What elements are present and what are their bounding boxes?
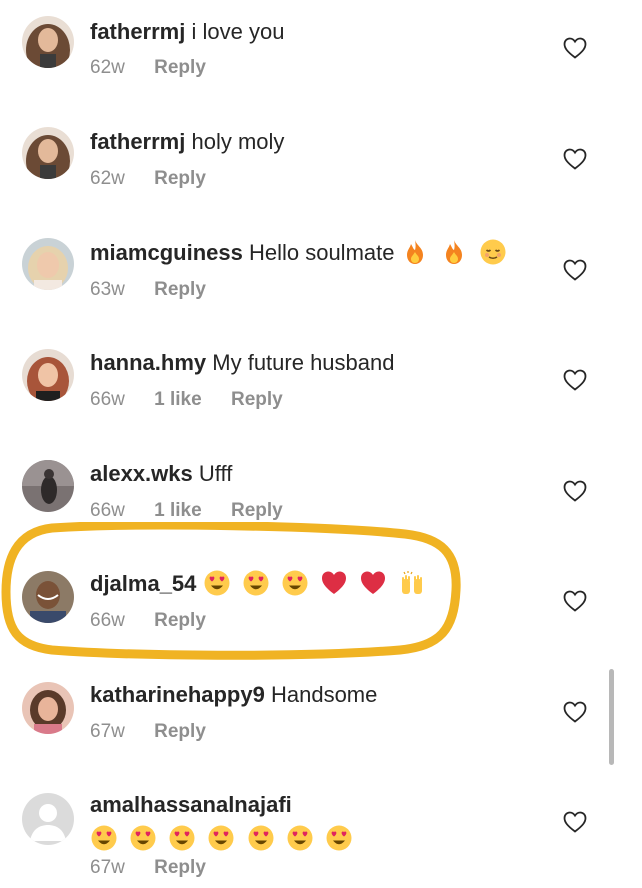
relieved-face-emoji	[480, 239, 506, 265]
comment-meta: 67w Reply	[90, 721, 206, 743]
comment-item: katharinehappy9 Handsome 67w Reply	[0, 663, 642, 773]
red-heart-emoji	[361, 571, 386, 595]
comment-meta: 66w 1 like Reply	[90, 389, 283, 411]
avatar[interactable]	[22, 460, 74, 512]
comment-message: holy moly	[191, 129, 285, 154]
likes-count-link[interactable]: 1 like	[154, 500, 202, 522]
comment-text: fatherrmj holy moly	[90, 125, 530, 159]
comment-age: 62w	[90, 168, 125, 189]
comment-age: 62w	[90, 57, 125, 78]
comment-age: 63w	[90, 279, 125, 300]
heart-outline-icon[interactable]	[563, 480, 587, 502]
heart-eyes-emoji	[243, 570, 269, 596]
avatar[interactable]	[22, 127, 74, 179]
comment-item: hanna.hmy My future husband 66w 1 like R…	[0, 331, 642, 441]
avatar[interactable]	[22, 682, 74, 734]
comment-item: alexx.wks Ufff 66w 1 like Reply	[0, 442, 642, 552]
reply-button[interactable]: Reply	[231, 389, 283, 411]
comment-meta: 62w Reply	[90, 168, 206, 190]
heart-eyes-emoji	[169, 825, 195, 851]
emoji-row	[401, 237, 512, 271]
heart-outline-icon[interactable]	[563, 701, 587, 723]
comment-username[interactable]: alexx.wks	[90, 461, 193, 486]
comment-age: 66w	[90, 610, 125, 631]
heart-eyes-emoji	[282, 570, 308, 596]
comment-username[interactable]: djalma_54	[90, 571, 196, 596]
heart-eyes-emoji	[326, 825, 352, 851]
heart-eyes-emoji	[91, 825, 117, 851]
default-user-avatar[interactable]	[22, 793, 74, 845]
emoji-row	[203, 568, 432, 602]
comment-age: 66w	[90, 500, 125, 521]
raising-hands-emoji	[402, 571, 423, 595]
comment-text: alexx.wks Ufff	[90, 457, 530, 491]
heart-outline-icon[interactable]	[563, 148, 587, 170]
comment-username[interactable]: miamcguiness	[90, 240, 243, 265]
comment-meta: 66w 1 like Reply	[90, 500, 283, 522]
heart-outline-icon[interactable]	[563, 590, 587, 612]
comment-message: My future husband	[212, 350, 395, 375]
comment-item-highlighted: djalma_54 66w Reply	[0, 552, 642, 662]
comment-meta: 66w Reply	[90, 610, 206, 632]
scrollbar[interactable]	[609, 669, 614, 765]
heart-outline-icon[interactable]	[563, 811, 587, 833]
comment-meta: 62w Reply	[90, 57, 206, 79]
reply-button[interactable]: Reply	[231, 500, 283, 522]
heart-eyes-emoji	[208, 825, 234, 851]
comment-username[interactable]: fatherrmj	[90, 129, 185, 154]
comment-meta: 67w Reply	[90, 857, 206, 879]
comment-item: amalhassanalnajafi 67w Reply	[0, 773, 642, 888]
comment-age: 66w	[90, 389, 125, 410]
comment-text: amalhassanalnajafi	[90, 788, 520, 857]
comment-age: 67w	[90, 721, 125, 742]
reply-button[interactable]: Reply	[154, 721, 206, 743]
comment-message: i love you	[191, 19, 285, 44]
comment-text: katharinehappy9 Handsome	[90, 678, 530, 712]
reply-button[interactable]: Reply	[154, 857, 206, 879]
heart-eyes-emoji	[130, 825, 156, 851]
comment-message: Handsome	[270, 682, 378, 707]
comment-text: djalma_54	[90, 567, 530, 602]
comment-meta: 63w Reply	[90, 279, 206, 301]
avatar[interactable]	[22, 349, 74, 401]
heart-eyes-emoji	[287, 825, 313, 851]
reply-button[interactable]: Reply	[154, 57, 206, 79]
reply-button[interactable]: Reply	[154, 610, 206, 632]
comment-text: fatherrmj i love you	[90, 15, 530, 49]
emoji-row	[90, 823, 358, 857]
heart-eyes-emoji	[204, 570, 230, 596]
heart-eyes-emoji	[248, 825, 273, 851]
comment-username[interactable]: hanna.hmy	[90, 350, 206, 375]
comment-item: fatherrmj holy moly 62w Reply	[0, 110, 642, 220]
comment-age: 67w	[90, 857, 125, 878]
comment-message: Hello soulmate	[248, 240, 395, 265]
likes-count-link[interactable]: 1 like	[154, 389, 202, 411]
comment-username[interactable]: katharinehappy9	[90, 682, 265, 707]
avatar[interactable]	[22, 16, 74, 68]
comment-username[interactable]: amalhassanalnajafi	[90, 792, 292, 817]
red-heart-emoji	[321, 571, 346, 595]
heart-outline-icon[interactable]	[563, 37, 587, 59]
heart-outline-icon[interactable]	[563, 259, 587, 281]
comment-text: hanna.hmy My future husband	[90, 346, 530, 380]
comment-item: miamcguiness Hello soulmate 63w Reply	[0, 221, 642, 331]
comment-username[interactable]: fatherrmj	[90, 19, 185, 44]
heart-outline-icon[interactable]	[563, 369, 587, 391]
avatar[interactable]	[22, 238, 74, 290]
comment-message: Ufff	[198, 461, 233, 486]
comment-item: fatherrmj i love you 62w Reply	[0, 0, 642, 110]
reply-button[interactable]: Reply	[154, 168, 206, 190]
avatar[interactable]	[22, 571, 74, 623]
reply-button[interactable]: Reply	[154, 279, 206, 301]
fire-emoji	[445, 240, 462, 265]
fire-emoji	[406, 240, 423, 265]
comment-text: miamcguiness Hello soulmate	[90, 236, 530, 271]
